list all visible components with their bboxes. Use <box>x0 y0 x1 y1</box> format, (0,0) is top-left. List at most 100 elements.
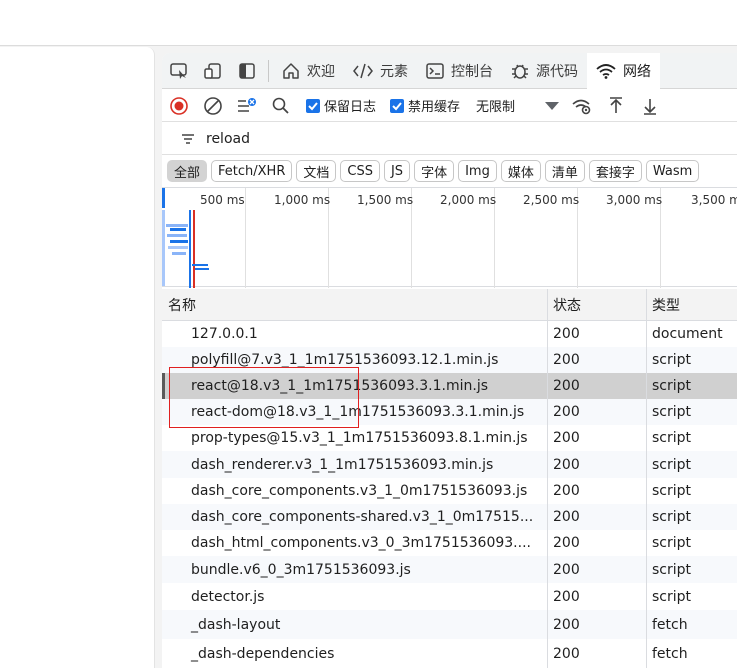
request-status-cell: 200 <box>548 321 647 347</box>
preserve-log-checkbox[interactable]: 保留日志 <box>306 96 376 115</box>
overview-waterfall <box>162 188 209 288</box>
home-icon <box>283 62 299 79</box>
type-filter-font[interactable]: 字体 <box>414 160 455 182</box>
request-status-cell: 200 <box>548 451 647 478</box>
tab-elements[interactable]: 元素 <box>344 53 417 89</box>
table-row[interactable]: dash_core_components-shared.v3_1_0m17515… <box>162 504 737 530</box>
disable-cache-checkbox[interactable]: 禁用缓存 <box>390 96 460 115</box>
tab-sources[interactable]: 源代码 <box>502 53 587 89</box>
tab-welcome[interactable]: 欢迎 <box>273 53 344 89</box>
filter-icon <box>182 133 194 144</box>
table-row[interactable]: bundle.v6_0_3m1751536093.js 200 script <box>162 556 737 583</box>
import-har-button[interactable] <box>599 90 633 122</box>
filter-settings-icon <box>238 97 256 112</box>
type-filter-wasm[interactable]: Wasm <box>645 160 700 182</box>
checkbox-checked-icon <box>306 98 320 113</box>
filter-bar[interactable]: reload <box>162 123 737 155</box>
network-overview[interactable]: 500 ms 1,000 ms 1,500 ms 2,000 ms 2,500 … <box>162 187 737 288</box>
throttling-select[interactable]: 无限制 <box>476 96 515 115</box>
bug-icon <box>512 64 528 79</box>
disable-cache-label: 禁用缓存 <box>408 100 461 115</box>
request-type-cell: script <box>652 404 692 420</box>
type-filter-css[interactable]: CSS <box>340 160 380 182</box>
request-name-cell: _dash-layout <box>162 610 548 639</box>
request-name-cell: _dash-dependencies <box>162 639 548 668</box>
request-type-cell: script <box>652 456 692 473</box>
request-status-cell: 200 <box>548 399 647 425</box>
code-icon <box>353 63 373 78</box>
page-viewport <box>0 47 155 668</box>
type-filter-all[interactable]: 全部 <box>167 160 208 182</box>
tab-network[interactable]: 网络 <box>587 53 660 89</box>
table-row[interactable]: prop-types@15.v3_1_1m1751536093.8.1.min.… <box>162 425 737 451</box>
selection-indicator <box>162 373 165 399</box>
download-icon <box>644 98 657 115</box>
type-filter-media[interactable]: 媒体 <box>500 160 541 182</box>
table-row[interactable]: dash_html_components.v3_0_3m1751536093..… <box>162 530 737 556</box>
clear-button[interactable] <box>196 90 230 122</box>
type-filter-fetch-xhr[interactable]: Fetch/XHR <box>211 160 293 182</box>
type-filter-manifest[interactable]: 清单 <box>544 160 585 182</box>
request-status-cell: 200 <box>548 478 647 504</box>
request-status-cell: 200 <box>548 373 647 399</box>
request-name-cell: bundle.v6_0_3m1751536093.js <box>162 556 548 583</box>
overview-tick: 1,500 ms <box>357 193 414 207</box>
request-status-cell: 200 <box>548 639 647 668</box>
type-filter-socket[interactable]: 套接字 <box>588 160 642 182</box>
overview-tick: 1,000 ms <box>274 193 331 207</box>
request-status-cell: 200 <box>548 556 647 583</box>
column-header-name[interactable]: 名称 <box>162 289 548 320</box>
tab-label: 欢迎 <box>307 63 335 80</box>
tab-label: 控制台 <box>451 63 493 80</box>
table-row[interactable]: dash_core_components.v3_1_0m1751536093.j… <box>162 478 737 504</box>
table-row[interactable]: dash_renderer.v3_1_1m1751536093.min.js 20… <box>162 451 737 478</box>
overview-tick: 3,000 ms <box>606 193 663 207</box>
type-filter-js[interactable]: JS <box>383 160 411 182</box>
devtools-panel: 欢迎 元素 控制台 源代码 网络 保留日志 禁用缓存 无限制 reload 全部… <box>162 53 737 668</box>
type-filter-doc[interactable]: 文档 <box>296 160 337 182</box>
request-type-cell: script <box>652 378 692 394</box>
chevron-down-icon[interactable] <box>545 101 560 110</box>
requests-table: 名称 状态 类型 127.0.0.1 200 document polyfill@7.… <box>162 289 737 668</box>
devtools-tab-bar: 欢迎 元素 控制台 源代码 网络 <box>162 53 737 89</box>
column-header-type[interactable]: 类型 <box>647 289 737 320</box>
table-row[interactable]: detector.js 200 script <box>162 583 737 610</box>
console-icon <box>426 62 444 79</box>
tab-label: 源代码 <box>536 63 578 80</box>
request-type-cell: script <box>652 588 692 605</box>
wifi-icon <box>596 63 616 79</box>
request-type-cell: script <box>652 483 692 499</box>
search-icon <box>272 97 289 114</box>
network-conditions-button[interactable] <box>565 90 599 122</box>
overview-tick: 2,500 ms <box>523 193 580 207</box>
request-type-cell: fetch <box>652 645 688 662</box>
network-toolbar: 保留日志 禁用缓存 无限制 <box>162 90 737 122</box>
table-header: 名称 状态 类型 <box>162 289 737 321</box>
request-name-cell: dash_core_components.v3_1_0m1751536093.j… <box>162 478 548 504</box>
overview-gridline <box>245 188 246 288</box>
wifi-settings-icon <box>572 99 591 114</box>
request-type-cell: script <box>652 535 692 551</box>
request-name-cell: detector.js <box>162 583 548 610</box>
dock-side-icon[interactable] <box>230 53 264 89</box>
request-status-cell: 200 <box>548 583 647 610</box>
search-button[interactable] <box>264 90 298 122</box>
device-emulation-icon[interactable] <box>196 53 230 89</box>
annotation-highlight-box <box>169 367 359 428</box>
filter-toggle-button[interactable] <box>230 90 264 122</box>
record-button[interactable] <box>162 90 196 122</box>
table-row[interactable]: _dash-dependencies 200 fetch <box>162 639 737 668</box>
tab-console[interactable]: 控制台 <box>417 53 502 89</box>
request-type-cell: script <box>652 561 692 578</box>
filter-input[interactable]: reload <box>206 131 250 147</box>
request-status-cell: 200 <box>548 610 647 639</box>
clear-icon <box>204 96 222 115</box>
type-filter-img[interactable]: Img <box>458 160 497 182</box>
inspect-element-icon[interactable] <box>162 53 196 89</box>
table-row[interactable]: 127.0.0.1 200 document <box>162 321 737 347</box>
overview-tick: 3,500 ms <box>691 193 737 207</box>
table-row[interactable]: _dash-layout 200 fetch <box>162 610 737 639</box>
tab-label: 元素 <box>380 63 408 80</box>
column-header-status[interactable]: 状态 <box>548 289 647 320</box>
export-har-button[interactable] <box>633 90 667 122</box>
